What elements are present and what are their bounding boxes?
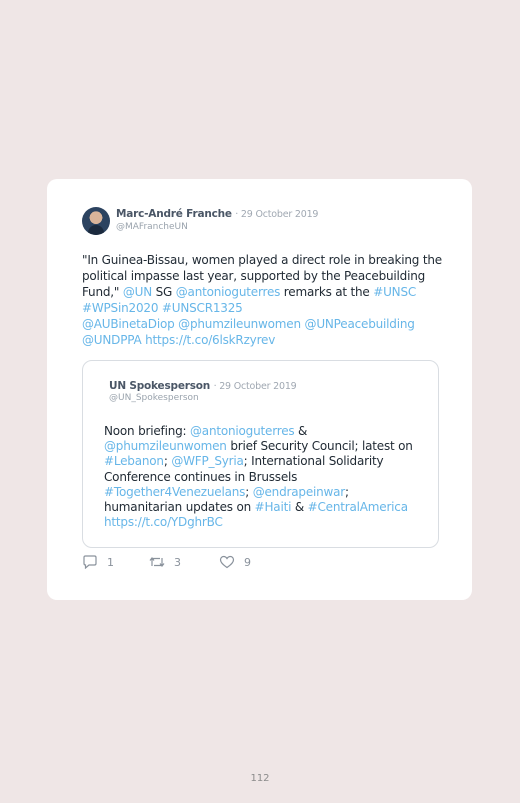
- reply-icon: [83, 555, 97, 569]
- page-number: 112: [250, 773, 270, 784]
- mention-link[interactable]: @UNPeacebuilding: [305, 317, 415, 331]
- quoted-author-name[interactable]: UN Spokesperson · 29 October 2019: [109, 380, 297, 392]
- author-name-text[interactable]: Marc-André Franche: [116, 208, 232, 220]
- mention-link[interactable]: @WFP_Syria: [171, 454, 244, 468]
- hashtag-link[interactable]: #Together4Venezuelans: [104, 485, 245, 499]
- mention-link[interactable]: @endrapeinwar: [253, 485, 346, 499]
- quoted-text: Noon briefing: @antonioguterres & @phumz…: [104, 424, 424, 530]
- mention-link[interactable]: @phumzileunwomen: [178, 317, 301, 331]
- text-segment: ;: [245, 484, 253, 499]
- mention-link[interactable]: @antonioguterres: [190, 424, 295, 438]
- tweet-actions: 1 3 9: [82, 555, 382, 573]
- text-segment: &: [294, 424, 308, 438]
- text-segment: brief Security Council; latest on: [226, 439, 413, 454]
- url-link[interactable]: https://t.co/6lskRzyrev: [145, 333, 275, 347]
- text-segment: SG: [152, 285, 176, 299]
- mention-link[interactable]: @UN: [123, 285, 152, 299]
- hashtag-link[interactable]: #Lebanon: [104, 454, 164, 468]
- mention-link[interactable]: @antonioguterres: [176, 285, 281, 299]
- heart-icon: [219, 555, 235, 569]
- mention-link[interactable]: @phumzileunwomen: [104, 439, 227, 453]
- hashtag-link[interactable]: #UNSCR1325: [162, 301, 243, 315]
- url-link[interactable]: https://t.co/YDghrBC: [104, 515, 223, 529]
- tweet-date: · 29 October 2019: [235, 209, 319, 220]
- quoted-author-handle[interactable]: @UN_Spokesperson: [109, 393, 199, 403]
- quoted-tweet[interactable]: UN Spokesperson · 29 October 2019 @UN_Sp…: [82, 360, 439, 548]
- text-segment: &: [291, 500, 308, 515]
- hashtag-link[interactable]: #Haiti: [255, 500, 292, 514]
- reply-count: 1: [107, 555, 114, 569]
- mention-link[interactable]: @UNDPPA: [82, 333, 142, 347]
- author-name[interactable]: Marc-André Franche · 29 October 2019: [116, 208, 318, 220]
- mention-link[interactable]: @AUBinetaDiop: [82, 317, 175, 331]
- quoted-author-name-text[interactable]: UN Spokesperson: [109, 380, 210, 392]
- author-avatar[interactable]: [82, 207, 110, 235]
- retweet-count: 3: [174, 555, 181, 569]
- like-button[interactable]: 9: [219, 555, 251, 569]
- retweet-button[interactable]: 3: [149, 555, 181, 569]
- text-segment: Noon briefing:: [104, 424, 190, 438]
- like-count: 9: [244, 555, 251, 569]
- text-segment: remarks at the: [280, 285, 374, 299]
- retweet-icon: [149, 557, 165, 567]
- tweet-text: "In Guinea-Bissau, women played a direct…: [82, 252, 447, 348]
- quoted-date: · 29 October 2019: [213, 381, 297, 392]
- author-handle[interactable]: @MAFrancheUN: [116, 222, 188, 232]
- reply-button[interactable]: 1: [82, 555, 114, 569]
- hashtag-link[interactable]: #UNSC: [373, 285, 416, 299]
- hashtag-link[interactable]: #CentralAmerica: [308, 500, 408, 514]
- tweet-card: Marc-André Franche · 29 October 2019 @MA…: [47, 179, 472, 600]
- hashtag-link[interactable]: #WPSin2020: [82, 301, 158, 315]
